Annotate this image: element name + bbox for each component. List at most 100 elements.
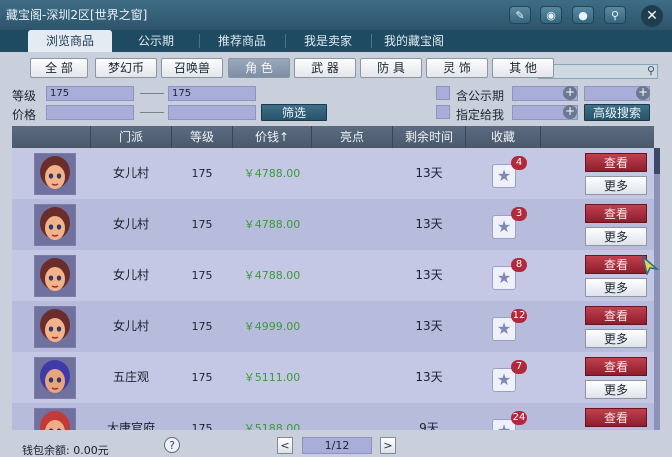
table-row[interactable]: 大唐官府175￥5188.009天★24查看更多 <box>12 403 654 430</box>
more-button[interactable]: 更多 <box>585 227 647 246</box>
level-cell: 175 <box>191 218 213 231</box>
price-cell: ￥5188.00 <box>243 422 301 430</box>
favorite-count-badge: 24 <box>511 411 527 425</box>
view-button[interactable]: 查看 <box>585 153 647 172</box>
table-row[interactable]: 女儿村 175 ￥4788.00 13天 ★ 8 查看 更多 <box>12 250 654 301</box>
view-button[interactable]: 查看 <box>585 357 647 376</box>
level-cell: 175 <box>191 371 213 384</box>
level-min-input[interactable]: 175 <box>46 86 134 101</box>
more-button[interactable]: 更多 <box>585 176 647 195</box>
include-public-label: 含公示期 <box>456 89 505 103</box>
category-all[interactable]: 全 部 <box>30 58 88 78</box>
favorite-count-badge: 12 <box>511 309 527 323</box>
header-time-left[interactable]: 剩余时间 <box>393 126 465 148</box>
level-cell: 175 <box>191 422 213 430</box>
favorite-count-badge: 7 <box>511 360 527 374</box>
table-row[interactable]: 五庄观 175 ￥5111.00 13天 ★ 7 查看 更多 <box>12 352 654 403</box>
plus-icon[interactable]: + <box>636 86 650 100</box>
treasure-pavilion-window: 藏宝阁-深圳2区[世界之窗] ✎ ◉ ● ⚲ ✕ 浏览商品 公示期 推荐商品 我… <box>0 0 672 457</box>
pin-icon[interactable]: ✎ <box>509 6 531 24</box>
view-button[interactable]: 查看 <box>585 306 647 325</box>
prev-page-button[interactable]: < <box>277 437 293 454</box>
time-left-cell: 13天 <box>415 268 443 282</box>
more-button[interactable]: 更多 <box>585 380 647 399</box>
tab-public[interactable]: 公示期 <box>114 30 198 52</box>
level-cell: 175 <box>191 269 213 282</box>
view-button[interactable]: 查看 <box>585 255 647 274</box>
header-school[interactable]: 门派 <box>91 126 171 148</box>
price-cell: ￥4788.00 <box>243 218 301 231</box>
view-button[interactable]: 查看 <box>585 408 647 427</box>
time-left-cell: 13天 <box>415 166 443 180</box>
title-bar[interactable]: 藏宝阁-深圳2区[世界之窗] ✎ ◉ ● ⚲ ✕ <box>0 0 672 31</box>
tab-browse[interactable]: 浏览商品 <box>28 30 112 52</box>
window-title: 藏宝阁-深圳2区[世界之窗] <box>6 8 148 22</box>
category-pets[interactable]: 召唤兽 <box>161 58 223 78</box>
character-avatar[interactable] <box>34 153 76 195</box>
favorite-count-badge: 4 <box>511 156 527 170</box>
character-avatar[interactable] <box>34 255 76 297</box>
favorite-count-badge: 8 <box>511 258 527 272</box>
help-icon[interactable]: ? <box>164 437 180 453</box>
view-button[interactable]: 查看 <box>585 204 647 223</box>
chat-icon[interactable]: ● <box>572 6 594 24</box>
category-accessories[interactable]: 灵 饰 <box>426 58 488 78</box>
level-cell: 175 <box>191 320 213 333</box>
category-other[interactable]: 其 他 <box>492 58 554 78</box>
level-label: 等级 <box>12 89 37 103</box>
price-max-input[interactable] <box>168 105 256 120</box>
price-cell: ￥5111.00 <box>243 371 301 384</box>
tab-seller[interactable]: 我是卖家 <box>286 30 370 52</box>
search-input[interactable] <box>538 64 658 79</box>
school-cell: 五庄观 <box>112 370 149 384</box>
character-avatar[interactable] <box>34 204 76 246</box>
more-button[interactable]: 更多 <box>585 278 647 297</box>
range-dash <box>140 112 164 113</box>
column-divider <box>540 126 541 148</box>
main-tabs: 浏览商品 公示期 推荐商品 我是卖家 我的藏宝阁 ⚲ <box>0 30 672 79</box>
price-cell: ￥4999.00 <box>243 320 301 333</box>
category-currency[interactable]: 梦幻币 <box>95 58 157 78</box>
table-row[interactable]: 女儿村 175 ￥4788.00 13天 ★ 3 查看 更多 <box>12 199 654 250</box>
character-avatar[interactable] <box>34 357 76 399</box>
close-icon[interactable]: ✕ <box>641 5 663 27</box>
category-characters[interactable]: 角 色 <box>228 58 290 78</box>
assigned-checkbox[interactable] <box>436 105 450 119</box>
header-favorites: 收藏 <box>490 130 515 144</box>
filter-button[interactable]: 筛选 <box>261 104 327 121</box>
character-avatar[interactable] <box>34 408 76 430</box>
table-row[interactable]: 女儿村 175 ￥4788.00 13天 ★ 4 查看 更多 <box>12 148 654 199</box>
character-portrait-icon <box>35 205 75 245</box>
next-page-button[interactable]: > <box>380 437 396 454</box>
search-icon[interactable]: ⚲ <box>644 63 658 79</box>
time-left-cell: 9天 <box>419 421 439 430</box>
favorite-count-badge: 3 <box>511 207 527 221</box>
cursor-icon <box>642 255 660 275</box>
price-cell: ￥4788.00 <box>243 269 301 282</box>
page-indicator: 1/12 <box>302 437 372 454</box>
tab-my-pavilion[interactable]: 我的藏宝阁 <box>372 30 456 52</box>
header-price[interactable]: 价钱↑ <box>233 126 311 148</box>
category-weapons[interactable]: 武 器 <box>294 58 356 78</box>
header-highlights: 亮点 <box>339 130 364 144</box>
category-armor[interactable]: 防 具 <box>360 58 422 78</box>
school-cell: 女儿村 <box>112 217 149 231</box>
header-level[interactable]: 等级 <box>172 126 232 148</box>
character-portrait-icon <box>35 256 75 296</box>
assigned-label: 指定给我 <box>456 108 505 122</box>
tab-recommended[interactable]: 推荐商品 <box>200 30 284 52</box>
scrollbar-thumb[interactable] <box>654 148 660 174</box>
plus-icon[interactable]: + <box>563 86 577 100</box>
settings-icon[interactable]: ◉ <box>540 6 562 24</box>
scrollbar[interactable] <box>654 148 660 430</box>
character-avatar[interactable] <box>34 306 76 348</box>
more-button[interactable]: 更多 <box>585 329 647 348</box>
table-row[interactable]: 女儿村 175 ￥4999.00 13天 ★ 12 查看 更多 <box>12 301 654 352</box>
listing-table: 女儿村 175 ￥4788.00 13天 ★ 4 查看 更多 女儿村 175 ￥4788.00 13天… <box>12 148 654 430</box>
price-min-input[interactable] <box>46 105 134 120</box>
plus-icon[interactable]: + <box>563 105 577 119</box>
level-max-input[interactable]: 175 <box>168 86 256 101</box>
cart-icon[interactable]: ⚲ <box>604 6 626 24</box>
include-public-checkbox[interactable] <box>436 86 450 100</box>
advanced-search-button[interactable]: 高级搜索 <box>584 104 650 121</box>
